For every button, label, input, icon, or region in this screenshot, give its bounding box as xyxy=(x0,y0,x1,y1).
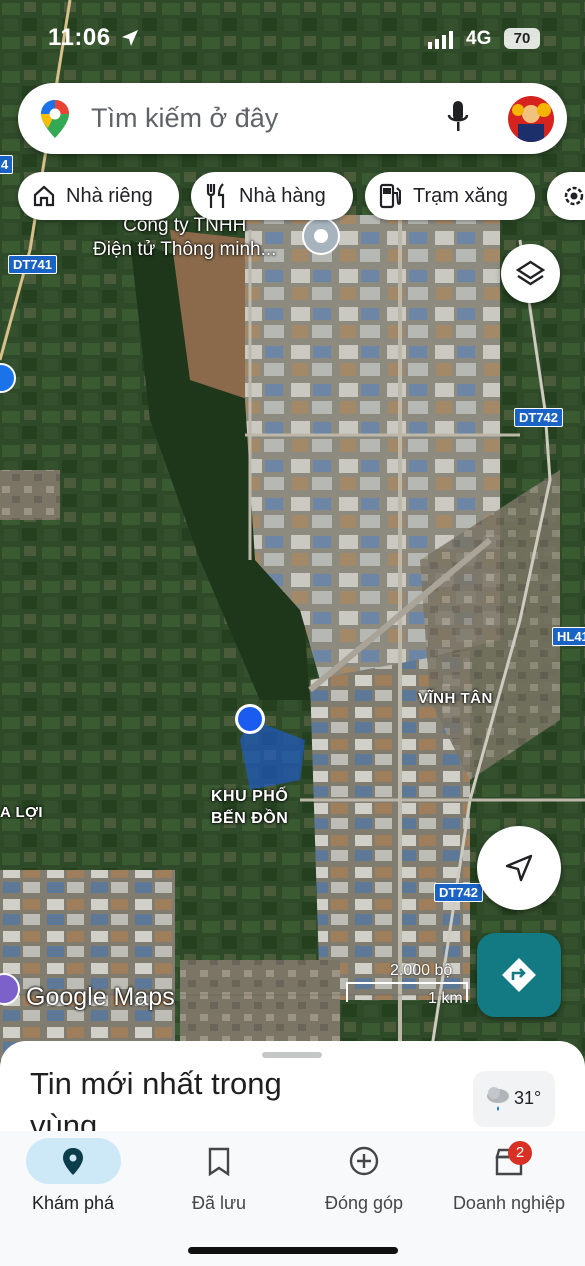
road-label-4: 4 xyxy=(0,155,14,174)
add-circle-icon xyxy=(349,1146,379,1176)
search-bar[interactable]: Tìm kiếm ở đây xyxy=(18,83,567,154)
avatar[interactable] xyxy=(508,96,554,142)
chip-restaurant-label: Nhà hàng xyxy=(239,184,326,207)
status-time: 11:06 xyxy=(48,24,111,51)
nav-explore-label: Khám phá xyxy=(31,1193,115,1213)
scale-top-label: 2.000 bộ xyxy=(390,962,453,979)
microphone-icon[interactable] xyxy=(446,100,470,134)
road-label-dt742: DT742 xyxy=(514,408,564,427)
place-label-a-loi: A LỢI xyxy=(0,804,44,821)
bookmark-icon xyxy=(208,1147,230,1177)
road-label-hl41: HL41 xyxy=(552,627,585,646)
nav-saved-label: Đã lưu xyxy=(191,1193,247,1213)
nav-contribute-label: Đóng góp xyxy=(324,1193,404,1213)
google-maps-pin-icon xyxy=(41,100,69,138)
chip-home[interactable]: Nhà riêng xyxy=(18,172,179,220)
explore-pin-icon xyxy=(63,1148,83,1175)
home-indicator[interactable] xyxy=(188,1247,398,1254)
directions-button[interactable] xyxy=(477,933,561,1017)
scale-bottom-label: 1 km xyxy=(428,990,463,1007)
rain-cloud-icon xyxy=(487,1087,509,1111)
layers-icon xyxy=(515,260,546,286)
temperature: 31° xyxy=(514,1088,542,1108)
status-bar: 11:06 4G 70 xyxy=(0,22,585,56)
location-arrow-icon xyxy=(122,30,138,46)
my-location-dot[interactable] xyxy=(235,704,265,734)
layers-button[interactable] xyxy=(501,244,560,303)
bottom-navigation: Khám phá Đã lưu Đóng góp Doanh nghiệp xyxy=(0,1131,585,1266)
chip-restaurant[interactable]: Nhà hàng xyxy=(191,172,353,220)
nav-business-label: Doanh nghiệp xyxy=(452,1193,566,1213)
weather-chip[interactable]: 31° xyxy=(473,1071,555,1127)
notification-badge: 2 xyxy=(508,1141,532,1165)
search-placeholder[interactable]: Tìm kiếm ở đây xyxy=(91,103,278,134)
road-label-dt742: DT742 xyxy=(434,883,484,902)
network-type: 4G xyxy=(466,28,492,49)
chip-gas-station[interactable]: Trạm xăng xyxy=(365,172,535,220)
road-label-dt741: DT741 xyxy=(8,255,58,274)
directions-icon xyxy=(502,958,536,992)
sheet-drag-handle[interactable] xyxy=(262,1052,322,1058)
navigation-arrow-icon xyxy=(505,854,533,882)
google-maps-logo: Google Maps xyxy=(26,983,175,1011)
chip-gas-station-label: Trạm xăng xyxy=(413,184,508,207)
business-pin-icon[interactable] xyxy=(302,217,340,255)
home-icon xyxy=(33,185,55,207)
place-label-vinh-tan: VĨNH TÂN xyxy=(418,690,493,707)
gas-station-icon xyxy=(379,183,401,209)
battery-level: 70 xyxy=(504,28,540,49)
restaurant-icon xyxy=(206,183,225,208)
my-location-button[interactable] xyxy=(477,826,561,910)
chip-home-label: Nhà riêng xyxy=(66,184,153,207)
business-label[interactable]: Công ty TNHH Điện tử Thông minh... xyxy=(93,214,276,262)
signal-icon xyxy=(428,31,453,49)
gear-icon xyxy=(564,186,584,206)
place-label-ben-don: KHU PHỐ BẾN ĐỒN xyxy=(211,788,289,827)
